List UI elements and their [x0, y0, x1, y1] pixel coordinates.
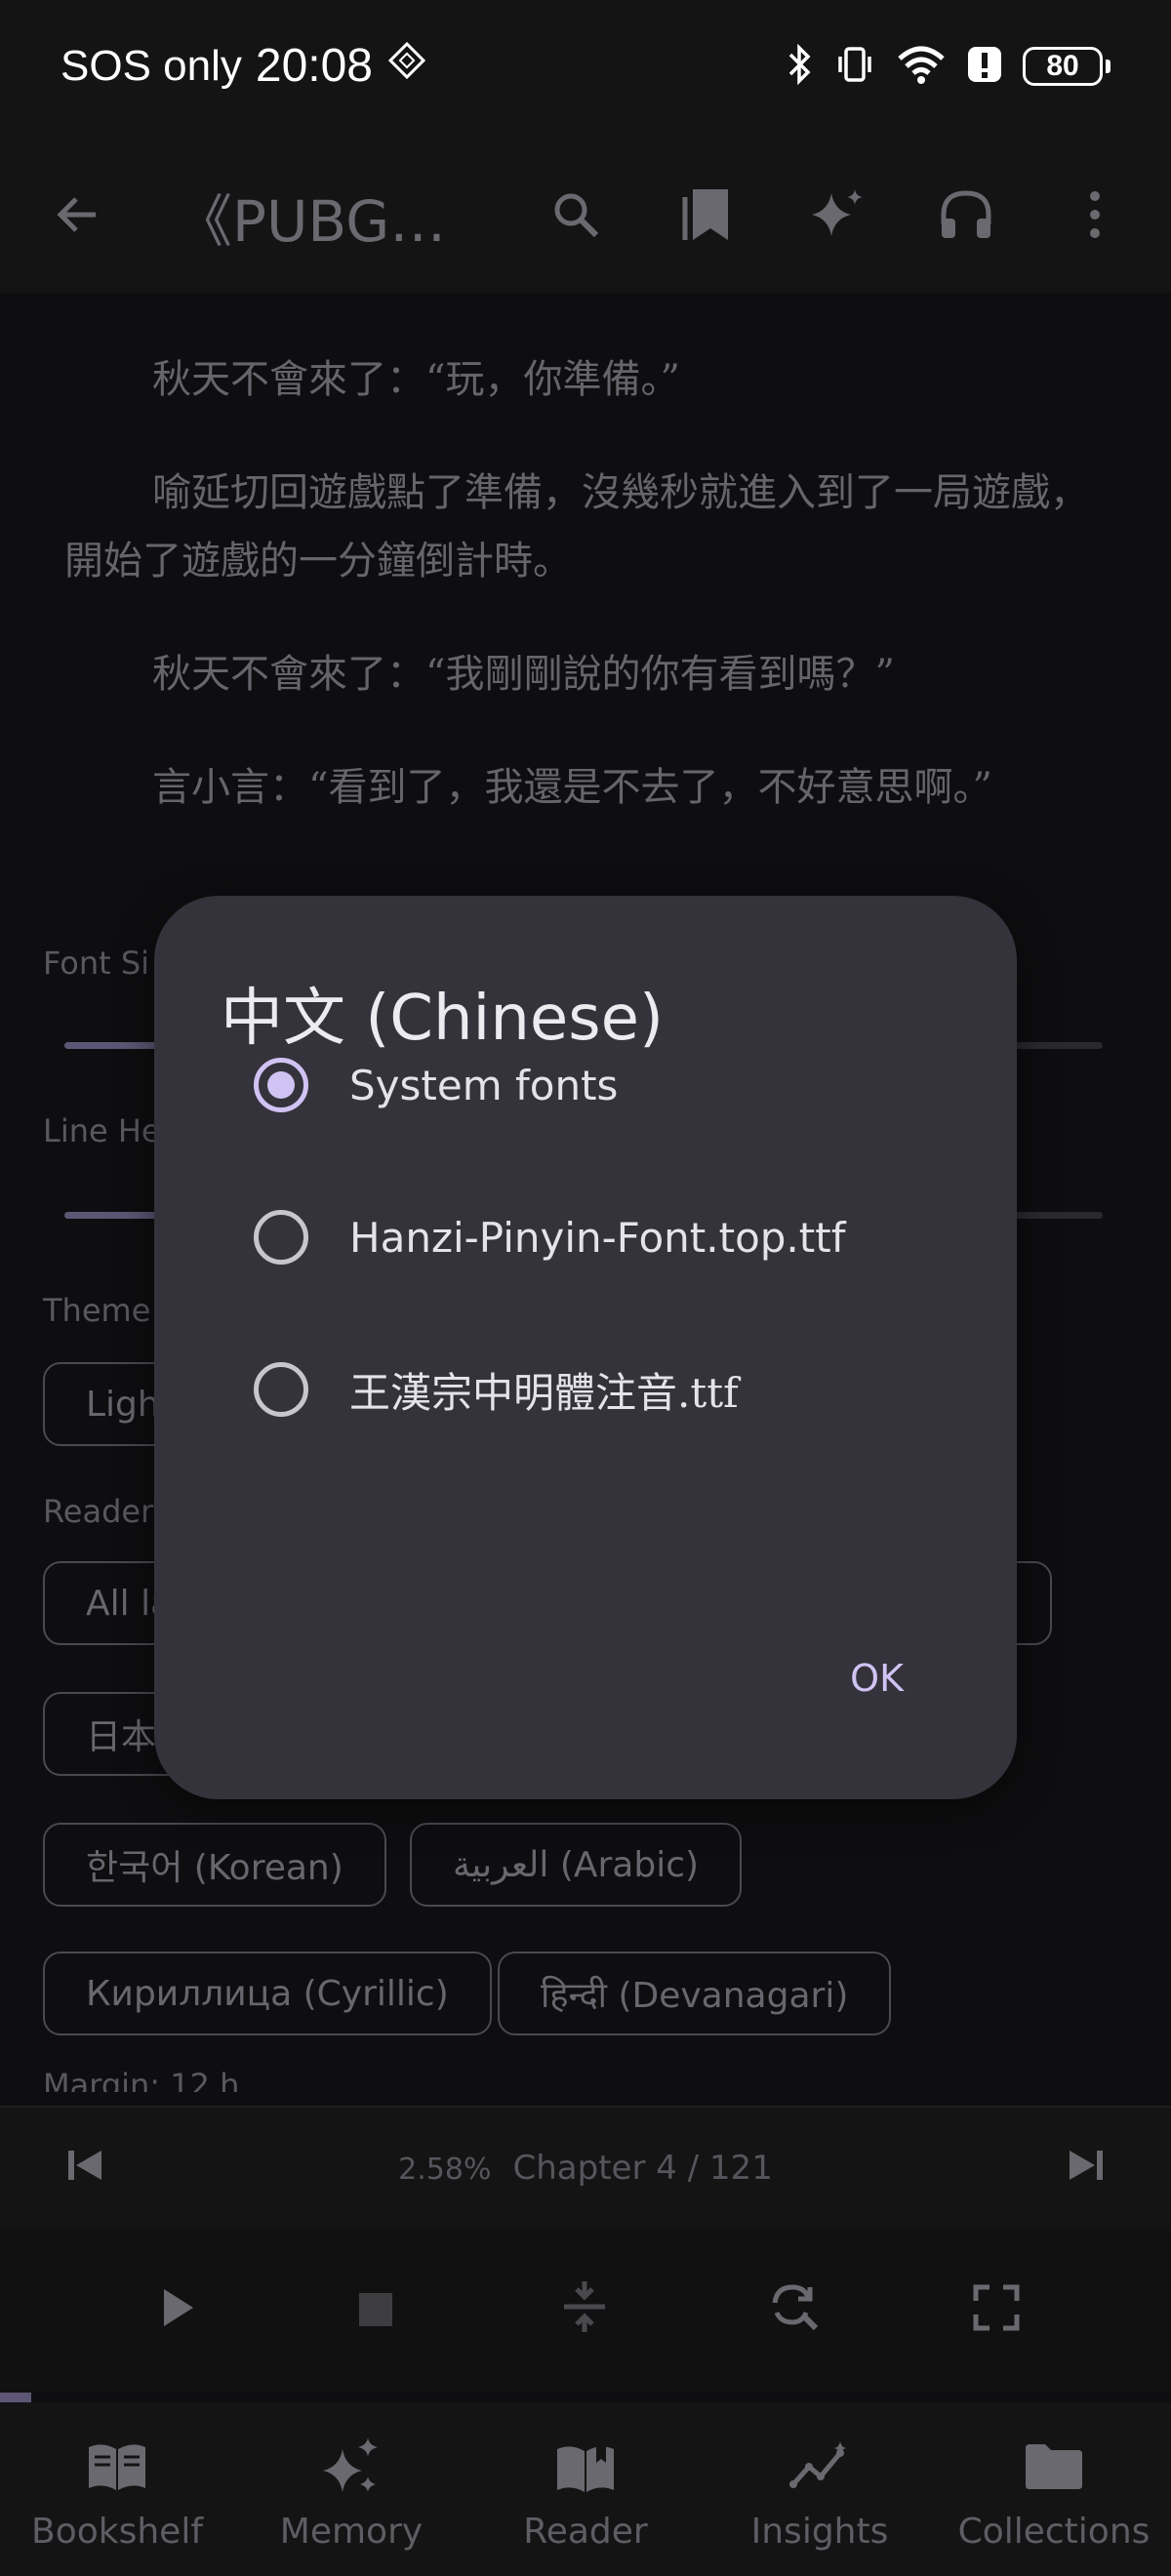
- reader-content: 秋天不會來了：“玩，你準備。” 喻延切回遊戲點了準備，沒幾秒就進入到了一局遊戲，…: [64, 345, 1109, 866]
- option-label: 王漢宗中明體注音.ttf: [349, 1368, 739, 1417]
- bottom-navigation: Bookshelf Memory Reader Insights Collect…: [0, 2402, 1171, 2576]
- sparkles-icon: [319, 2435, 384, 2498]
- paragraph: 秋天不會來了：“玩，你準備。”: [152, 357, 680, 402]
- carrier-text: SOS only: [61, 41, 242, 90]
- insights-chart-icon: [787, 2435, 852, 2498]
- nav-label: Collections: [957, 2512, 1151, 2552]
- bookmarks-icon[interactable]: [669, 178, 744, 252]
- nav-label: Insights: [750, 2512, 889, 2552]
- font-option-hanzi-pinyin[interactable]: Hanzi-Pinyin-Font.top.ttf: [254, 1198, 846, 1276]
- vibrate-icon: [833, 43, 876, 90]
- clock-text: 20:08: [255, 40, 373, 92]
- radio-unselected-icon[interactable]: [254, 1362, 308, 1417]
- progress-percent: 2.58%: [398, 2153, 492, 2187]
- font-option-system[interactable]: System fonts: [254, 1046, 618, 1124]
- chapter-indicator: Chapter 4 / 121: [512, 2149, 773, 2188]
- chip-devanagari[interactable]: हिन्दी (Devanagari): [498, 1952, 892, 2035]
- chip-korean[interactable]: 한국어 (Korean): [43, 1823, 386, 1907]
- chip-arabic[interactable]: العربية (Arabic): [410, 1823, 743, 1907]
- bluetooth-icon: [785, 43, 814, 90]
- option-label: Hanzi-Pinyin-Font.top.ttf: [349, 1213, 846, 1262]
- font-selection-dialog: 中文 (Chinese) System fonts Hanzi-Pinyin-F…: [154, 896, 1017, 1799]
- theme-label: Theme: [43, 1292, 151, 1329]
- line-height-label: Line He: [43, 1112, 161, 1149]
- battery-indicator: 80: [1023, 47, 1110, 86]
- stop-icon[interactable]: [357, 2291, 394, 2332]
- play-icon[interactable]: [154, 2283, 199, 2336]
- paragraph: 喻延切回遊戲點了準備，沒幾秒就進入到了一局遊戲，開始了遊戲的一分鐘倒計時。: [64, 470, 1089, 584]
- book-title: 《PUBG世...: [176, 188, 488, 255]
- font-size-label: Font Si: [43, 945, 150, 982]
- more-vert-icon[interactable]: [1058, 178, 1132, 252]
- radio-unselected-icon[interactable]: [254, 1210, 308, 1265]
- next-chapter-icon[interactable]: [1062, 2141, 1110, 2194]
- nav-label: Memory: [279, 2512, 424, 2552]
- playback-bar: [0, 2227, 1171, 2393]
- margin-label: Margin: 12 h: [43, 2067, 240, 2092]
- dialog-title: 中文 (Chinese): [221, 983, 664, 1055]
- fullscreen-icon[interactable]: [972, 2283, 1021, 2336]
- back-arrow-icon[interactable]: [39, 178, 113, 252]
- ai-sparkles-icon[interactable]: [800, 178, 874, 252]
- battery-level: 80: [1023, 47, 1103, 86]
- status-left: SOS only 20:08: [61, 39, 427, 93]
- paragraph: 秋天不會來了：“我剛剛說的你有看到嗎？”: [152, 652, 895, 697]
- ok-button[interactable]: OK: [844, 1647, 909, 1710]
- nav-insights[interactable]: Insights: [703, 2402, 937, 2576]
- radio-selected-icon[interactable]: [254, 1058, 308, 1112]
- reading-progress-bar: [0, 2393, 31, 2402]
- status-bar: SOS only 20:08 80: [0, 0, 1171, 137]
- nav-memory[interactable]: Memory: [234, 2402, 468, 2576]
- nav-label: Reader: [523, 2512, 648, 2552]
- top-app-bar: 《PUBG世...: [0, 137, 1171, 293]
- alert-icon: [966, 45, 1003, 88]
- nav-collections[interactable]: Collections: [937, 2402, 1171, 2576]
- wifi-icon: [896, 43, 947, 90]
- chip-cyrillic[interactable]: Кириллица (Cyrillic): [43, 1952, 492, 2035]
- paragraph: 言小言：“看到了，我還是不去了，不好意思啊。”: [152, 765, 992, 810]
- reader-book-icon: [553, 2435, 618, 2498]
- folder-icon: [1024, 2435, 1084, 2498]
- chapter-progress: 2.58% Chapter 4 / 121: [0, 2149, 1171, 2188]
- option-label: System fonts: [349, 1061, 619, 1109]
- compress-icon[interactable]: [560, 2279, 609, 2338]
- font-option-wang-hanzong[interactable]: 王漢宗中明體注音.ttf: [254, 1350, 739, 1429]
- vpn-diamond-icon: [386, 40, 427, 92]
- headphones-icon[interactable]: [929, 178, 1003, 252]
- sync-search-icon[interactable]: [767, 2279, 822, 2338]
- nav-label: Bookshelf: [31, 2512, 203, 2552]
- search-icon[interactable]: [539, 178, 613, 252]
- chapter-bar: 2.58% Chapter 4 / 121: [0, 2106, 1171, 2227]
- nav-bookshelf[interactable]: Bookshelf: [0, 2402, 234, 2576]
- book-open-icon: [85, 2435, 149, 2498]
- status-right: 80: [785, 43, 1110, 90]
- nav-reader[interactable]: Reader: [468, 2402, 703, 2576]
- reader-script-label: Reader: [43, 1493, 154, 1530]
